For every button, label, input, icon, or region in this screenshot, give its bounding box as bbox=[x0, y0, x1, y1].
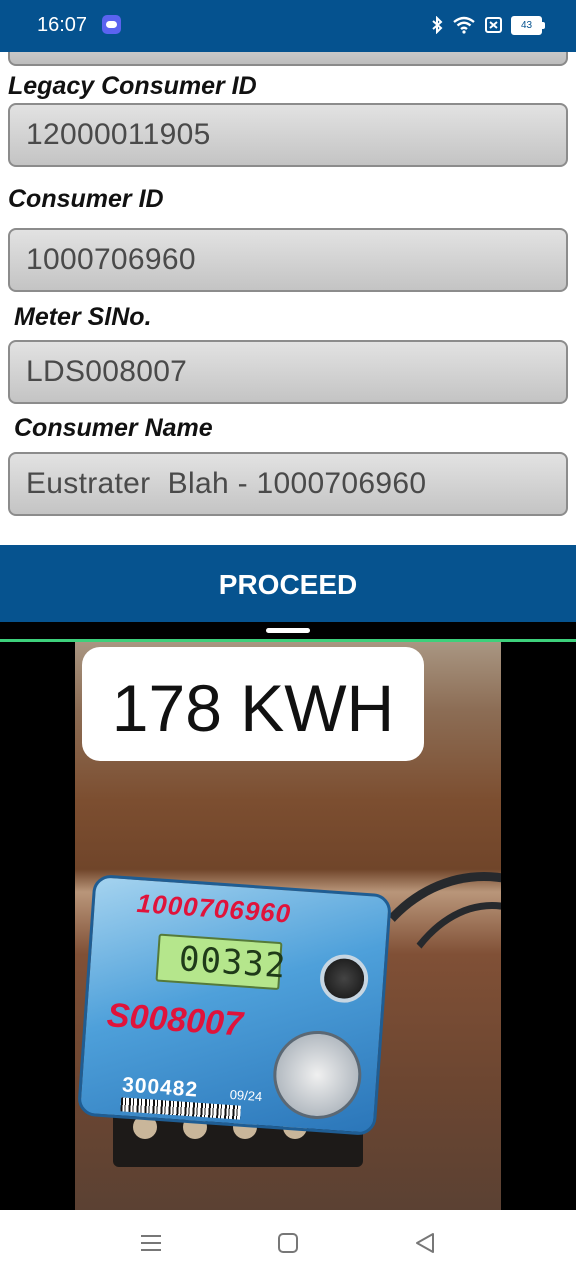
meter-serial-field[interactable]: LDS008007 bbox=[8, 340, 568, 404]
meter-date: 09/24 bbox=[229, 1086, 263, 1105]
split-divider[interactable] bbox=[0, 622, 576, 642]
meter-knob bbox=[318, 952, 370, 1005]
consumer-name-field[interactable]: Eustrater Blah - 1000706960 bbox=[8, 452, 568, 516]
home-icon[interactable] bbox=[277, 1232, 299, 1257]
meter-lcd: 00332 bbox=[155, 933, 288, 991]
consumer-form: Legacy Consumer ID 12000011905 Consumer … bbox=[0, 52, 576, 545]
app-notification-icon bbox=[102, 15, 121, 34]
legacy-consumer-id-field[interactable]: 12000011905 bbox=[8, 103, 568, 167]
meter-lcd-digits: 00332 bbox=[177, 939, 288, 987]
reading-label: 178 KWH bbox=[82, 647, 424, 761]
meter-barcode bbox=[120, 1097, 241, 1120]
status-bar: 16:07 43 bbox=[0, 0, 576, 52]
menu-icon[interactable] bbox=[140, 1232, 162, 1257]
legacy-consumer-id-label: Legacy Consumer ID bbox=[8, 72, 257, 100]
proceed-button[interactable]: PROCEED bbox=[0, 545, 576, 622]
consumer-name-label: Consumer Name bbox=[14, 414, 213, 442]
bluetooth-icon bbox=[432, 16, 443, 34]
energy-meter: 1000706960 00332 S008007 300482 09/24 bbox=[76, 873, 393, 1137]
wifi-icon bbox=[453, 16, 475, 34]
consumer-id-label: Consumer ID bbox=[8, 185, 164, 213]
back-icon[interactable] bbox=[414, 1232, 436, 1257]
status-time: 16:07 bbox=[37, 14, 88, 36]
drag-handle[interactable] bbox=[266, 628, 310, 633]
meter-photo: 1000706960 00332 S008007 300482 09/24 17… bbox=[75, 642, 501, 1210]
meter-handwritten-serial: S008007 bbox=[105, 996, 245, 1044]
consumer-id-field[interactable]: 1000706960 bbox=[8, 228, 568, 292]
meter-dial bbox=[270, 1027, 365, 1122]
status-icons: 43 bbox=[431, 14, 545, 36]
no-sim-icon bbox=[485, 17, 502, 33]
navigation-bar bbox=[0, 1210, 576, 1280]
meter-handwritten-id: 1000706960 bbox=[135, 887, 293, 929]
battery-icon: 43 bbox=[511, 15, 545, 35]
meter-serial-label: Meter SlNo. bbox=[14, 303, 152, 331]
partial-field bbox=[8, 52, 568, 66]
